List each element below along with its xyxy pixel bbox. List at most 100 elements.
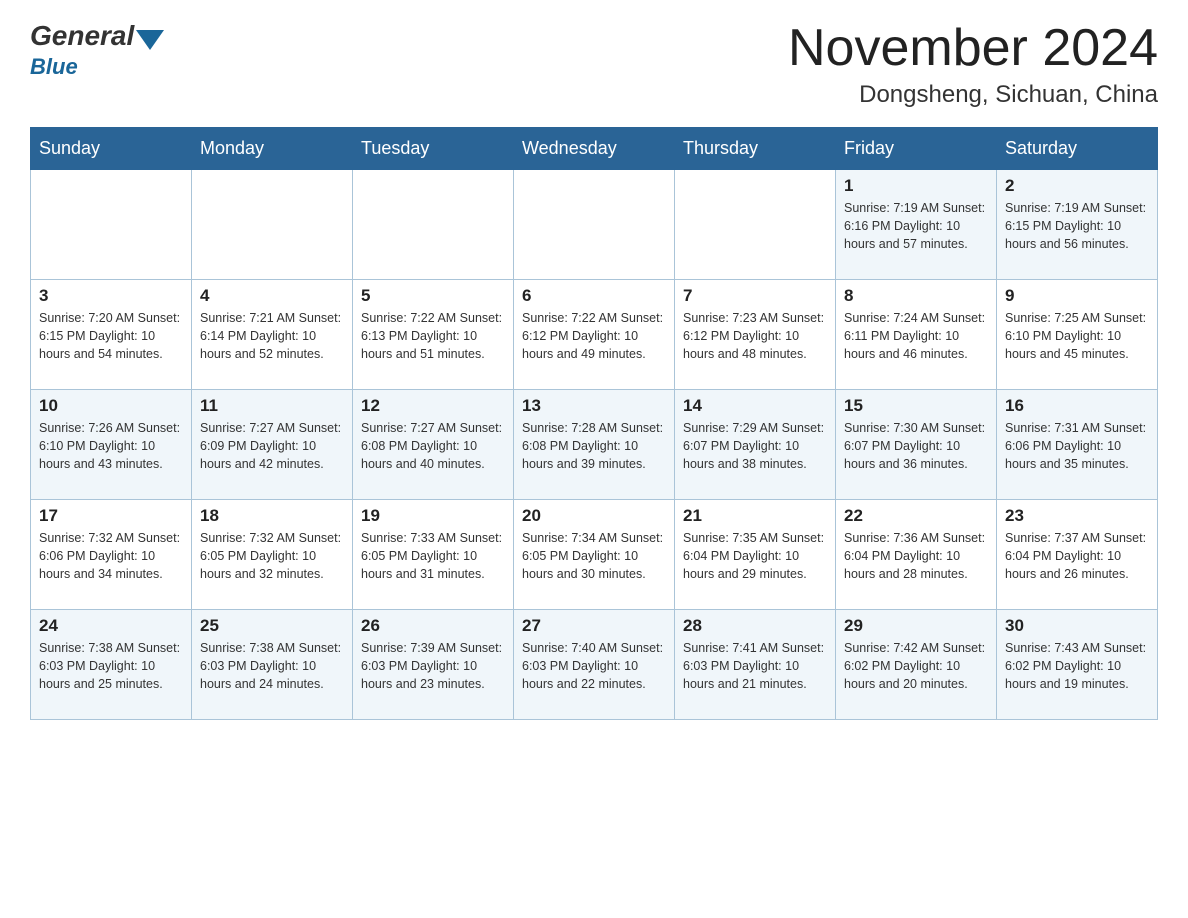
calendar-row-4: 17 Sunrise: 7:32 AM Sunset: 6:06 PM Dayli…: [31, 500, 1158, 610]
day-number: 9: [1005, 286, 1149, 306]
calendar-cell: 14 Sunrise: 7:29 AM Sunset: 6:07 PM Dayli…: [675, 390, 836, 500]
logo-triangle-icon: [136, 30, 164, 50]
day-detail: Sunrise: 7:32 AM Sunset: 6:06 PM Dayligh…: [39, 529, 183, 583]
weekday-header-sunday: Sunday: [31, 128, 192, 170]
day-number: 18: [200, 506, 344, 526]
day-detail: Sunrise: 7:43 AM Sunset: 6:02 PM Dayligh…: [1005, 639, 1149, 693]
day-number: 30: [1005, 616, 1149, 636]
day-number: 17: [39, 506, 183, 526]
day-detail: Sunrise: 7:20 AM Sunset: 6:15 PM Dayligh…: [39, 309, 183, 363]
weekday-header-thursday: Thursday: [675, 128, 836, 170]
day-detail: Sunrise: 7:40 AM Sunset: 6:03 PM Dayligh…: [522, 639, 666, 693]
calendar-cell: 3 Sunrise: 7:20 AM Sunset: 6:15 PM Daylig…: [31, 280, 192, 390]
calendar-cell: 27 Sunrise: 7:40 AM Sunset: 6:03 PM Dayli…: [514, 610, 675, 720]
day-number: 28: [683, 616, 827, 636]
weekday-header-saturday: Saturday: [997, 128, 1158, 170]
calendar-cell: [31, 170, 192, 280]
calendar-cell: 15 Sunrise: 7:30 AM Sunset: 6:07 PM Dayli…: [836, 390, 997, 500]
day-detail: Sunrise: 7:38 AM Sunset: 6:03 PM Dayligh…: [39, 639, 183, 693]
logo-general-text: General: [30, 20, 134, 52]
day-detail: Sunrise: 7:19 AM Sunset: 6:15 PM Dayligh…: [1005, 199, 1149, 253]
day-number: 5: [361, 286, 505, 306]
day-detail: Sunrise: 7:38 AM Sunset: 6:03 PM Dayligh…: [200, 639, 344, 693]
calendar-cell: 10 Sunrise: 7:26 AM Sunset: 6:10 PM Dayli…: [31, 390, 192, 500]
day-detail: Sunrise: 7:41 AM Sunset: 6:03 PM Dayligh…: [683, 639, 827, 693]
calendar-cell: 18 Sunrise: 7:32 AM Sunset: 6:05 PM Dayli…: [192, 500, 353, 610]
day-number: 22: [844, 506, 988, 526]
calendar-cell: [353, 170, 514, 280]
day-number: 21: [683, 506, 827, 526]
calendar-cell: 30 Sunrise: 7:43 AM Sunset: 6:02 PM Dayli…: [997, 610, 1158, 720]
day-detail: Sunrise: 7:26 AM Sunset: 6:10 PM Dayligh…: [39, 419, 183, 473]
day-detail: Sunrise: 7:39 AM Sunset: 6:03 PM Dayligh…: [361, 639, 505, 693]
calendar-table: SundayMondayTuesdayWednesdayThursdayFrid…: [30, 127, 1158, 720]
day-detail: Sunrise: 7:29 AM Sunset: 6:07 PM Dayligh…: [683, 419, 827, 473]
day-number: 15: [844, 396, 988, 416]
day-detail: Sunrise: 7:31 AM Sunset: 6:06 PM Dayligh…: [1005, 419, 1149, 473]
day-number: 14: [683, 396, 827, 416]
day-number: 4: [200, 286, 344, 306]
calendar-cell: 22 Sunrise: 7:36 AM Sunset: 6:04 PM Dayli…: [836, 500, 997, 610]
location-subtitle: Dongsheng, Sichuan, China: [788, 81, 1158, 109]
calendar-cell: 1 Sunrise: 7:19 AM Sunset: 6:16 PM Daylig…: [836, 170, 997, 280]
day-number: 23: [1005, 506, 1149, 526]
day-detail: Sunrise: 7:27 AM Sunset: 6:09 PM Dayligh…: [200, 419, 344, 473]
day-number: 29: [844, 616, 988, 636]
day-detail: Sunrise: 7:23 AM Sunset: 6:12 PM Dayligh…: [683, 309, 827, 363]
calendar-cell: 13 Sunrise: 7:28 AM Sunset: 6:08 PM Dayli…: [514, 390, 675, 500]
day-detail: Sunrise: 7:42 AM Sunset: 6:02 PM Dayligh…: [844, 639, 988, 693]
calendar-row-3: 10 Sunrise: 7:26 AM Sunset: 6:10 PM Dayli…: [31, 390, 1158, 500]
day-detail: Sunrise: 7:34 AM Sunset: 6:05 PM Dayligh…: [522, 529, 666, 583]
day-detail: Sunrise: 7:37 AM Sunset: 6:04 PM Dayligh…: [1005, 529, 1149, 583]
calendar-cell: 23 Sunrise: 7:37 AM Sunset: 6:04 PM Dayli…: [997, 500, 1158, 610]
calendar-cell: 12 Sunrise: 7:27 AM Sunset: 6:08 PM Dayli…: [353, 390, 514, 500]
calendar-cell: 17 Sunrise: 7:32 AM Sunset: 6:06 PM Dayli…: [31, 500, 192, 610]
day-number: 26: [361, 616, 505, 636]
day-number: 16: [1005, 396, 1149, 416]
day-number: 2: [1005, 176, 1149, 196]
day-detail: Sunrise: 7:35 AM Sunset: 6:04 PM Dayligh…: [683, 529, 827, 583]
calendar-cell: [514, 170, 675, 280]
day-number: 25: [200, 616, 344, 636]
day-detail: Sunrise: 7:22 AM Sunset: 6:13 PM Dayligh…: [361, 309, 505, 363]
day-detail: Sunrise: 7:27 AM Sunset: 6:08 PM Dayligh…: [361, 419, 505, 473]
calendar-cell: 24 Sunrise: 7:38 AM Sunset: 6:03 PM Dayli…: [31, 610, 192, 720]
day-detail: Sunrise: 7:36 AM Sunset: 6:04 PM Dayligh…: [844, 529, 988, 583]
calendar-cell: 29 Sunrise: 7:42 AM Sunset: 6:02 PM Dayli…: [836, 610, 997, 720]
calendar-cell: 9 Sunrise: 7:25 AM Sunset: 6:10 PM Daylig…: [997, 280, 1158, 390]
calendar-cell: 8Sunrise: 7:24 AM Sunset: 6:11 PM Daylig…: [836, 280, 997, 390]
day-number: 12: [361, 396, 505, 416]
day-number: 1: [844, 176, 988, 196]
day-number: 27: [522, 616, 666, 636]
weekday-header-friday: Friday: [836, 128, 997, 170]
day-detail: Sunrise: 7:30 AM Sunset: 6:07 PM Dayligh…: [844, 419, 988, 473]
day-detail: Sunrise: 7:32 AM Sunset: 6:05 PM Dayligh…: [200, 529, 344, 583]
day-detail: Sunrise: 7:24 AM Sunset: 6:11 PM Dayligh…: [844, 309, 988, 363]
day-number: 11: [200, 396, 344, 416]
day-detail: Sunrise: 7:28 AM Sunset: 6:08 PM Dayligh…: [522, 419, 666, 473]
day-number: 3: [39, 286, 183, 306]
day-detail: Sunrise: 7:21 AM Sunset: 6:14 PM Dayligh…: [200, 309, 344, 363]
day-number: 24: [39, 616, 183, 636]
month-year-title: November 2024: [788, 20, 1158, 77]
calendar-row-2: 3 Sunrise: 7:20 AM Sunset: 6:15 PM Daylig…: [31, 280, 1158, 390]
logo: General Blue: [30, 20, 164, 80]
day-detail: Sunrise: 7:25 AM Sunset: 6:10 PM Dayligh…: [1005, 309, 1149, 363]
calendar-row-1: 1 Sunrise: 7:19 AM Sunset: 6:16 PM Daylig…: [31, 170, 1158, 280]
day-number: 13: [522, 396, 666, 416]
weekday-header-wednesday: Wednesday: [514, 128, 675, 170]
day-detail: Sunrise: 7:33 AM Sunset: 6:05 PM Dayligh…: [361, 529, 505, 583]
day-number: 10: [39, 396, 183, 416]
day-number: 6: [522, 286, 666, 306]
weekday-header-tuesday: Tuesday: [353, 128, 514, 170]
calendar-cell: [675, 170, 836, 280]
day-detail: Sunrise: 7:19 AM Sunset: 6:16 PM Dayligh…: [844, 199, 988, 253]
day-number: 7: [683, 286, 827, 306]
logo-blue-text: Blue: [30, 54, 78, 80]
calendar-cell: 4 Sunrise: 7:21 AM Sunset: 6:14 PM Daylig…: [192, 280, 353, 390]
calendar-cell: 16 Sunrise: 7:31 AM Sunset: 6:06 PM Dayli…: [997, 390, 1158, 500]
calendar-cell: 25 Sunrise: 7:38 AM Sunset: 6:03 PM Dayli…: [192, 610, 353, 720]
day-detail: Sunrise: 7:22 AM Sunset: 6:12 PM Dayligh…: [522, 309, 666, 363]
day-number: 20: [522, 506, 666, 526]
title-block: November 2024 Dongsheng, Sichuan, China: [788, 20, 1158, 109]
